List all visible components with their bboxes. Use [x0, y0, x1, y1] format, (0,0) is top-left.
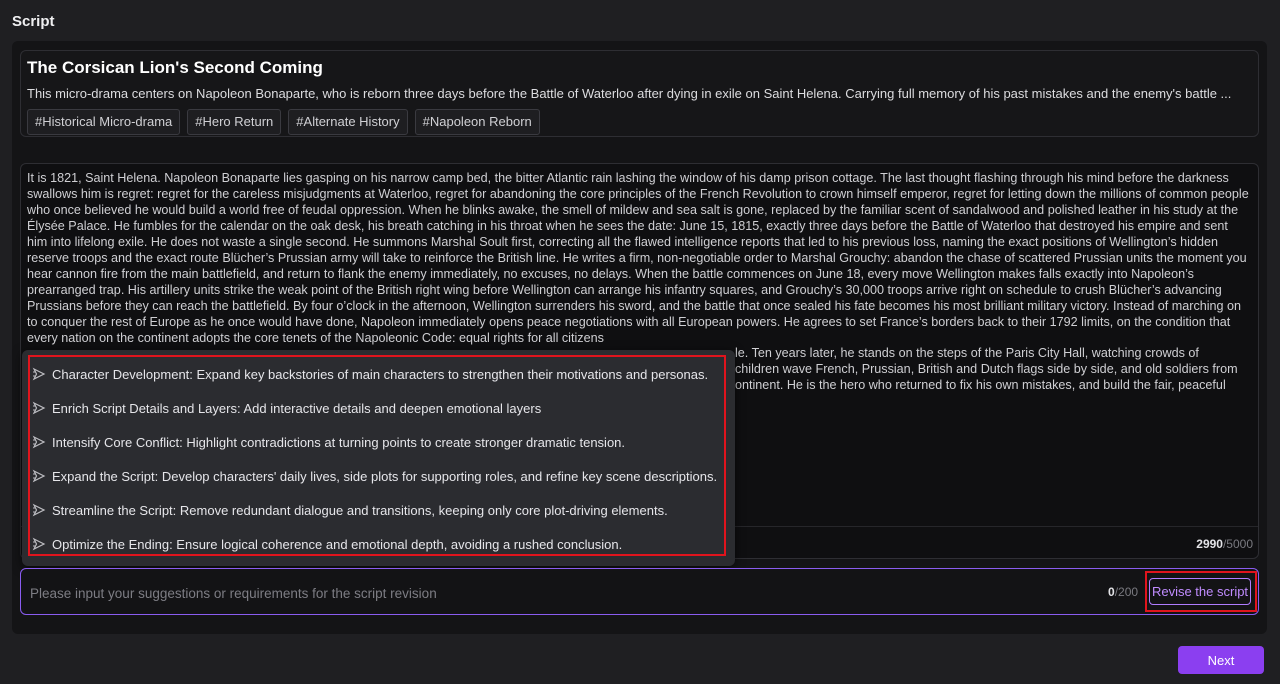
page-title: Script	[12, 13, 55, 30]
suggestion-item[interactable]: Streamline the Script: Remove redundant …	[32, 499, 668, 521]
sparkle-arrow-icon	[32, 435, 46, 449]
suggestion-label: Intensify Core Conflict: Highlight contr…	[52, 434, 626, 450]
highlight-box	[28, 355, 726, 556]
tag[interactable]: #Historical Micro-drama	[27, 109, 181, 135]
suggestion-item[interactable]: Character Development: Expand key backst…	[32, 363, 708, 385]
revise-script-button[interactable]: Revise the script	[1149, 578, 1251, 605]
tag-list: #Historical Micro-drama #Hero Return #Al…	[27, 109, 540, 135]
tag[interactable]: #Napoleon Reborn	[414, 109, 540, 135]
character-count: 2990	[1196, 537, 1223, 551]
script-text-tail-2: children wave French, Prussian, British …	[735, 362, 1238, 376]
tag[interactable]: #Hero Return	[187, 109, 282, 135]
script-text-tail-1: le. Ten years later, he stands on the st…	[735, 346, 1199, 360]
suggestion-label: Streamline the Script: Remove redundant …	[52, 502, 668, 518]
revision-input[interactable]	[28, 581, 1082, 605]
script-text-tail-3: ontinent. He is the hero who returned to…	[735, 378, 1226, 392]
script-title: The Corsican Lion's Second Coming	[27, 58, 323, 77]
character-counter: 2990/5000	[1196, 537, 1253, 551]
sparkle-arrow-icon	[32, 503, 46, 517]
sparkle-arrow-icon	[32, 401, 46, 415]
script-summary: This micro-drama centers on Napoleon Bon…	[27, 86, 1232, 101]
suggestion-item[interactable]: Expand the Script: Develop characters' d…	[32, 465, 717, 487]
script-info-card: The Corsican Lion's Second Coming This m…	[20, 50, 1259, 137]
suggestion-dropdown: Character Development: Expand key backst…	[22, 350, 735, 566]
sparkle-arrow-icon	[32, 469, 46, 483]
character-max: /5000	[1222, 537, 1253, 551]
suggestion-item[interactable]: Intensify Core Conflict: Highlight contr…	[32, 431, 625, 453]
suggestion-label: Character Development: Expand key backst…	[52, 366, 709, 382]
suggestion-item[interactable]: Enrich Script Details and Layers: Add in…	[32, 397, 541, 419]
revision-count: 0	[1108, 585, 1115, 599]
suggestion-label: Optimize the Ending: Ensure logical cohe…	[52, 536, 623, 552]
revision-max: /200	[1114, 585, 1139, 599]
tag[interactable]: #Alternate History	[288, 109, 408, 135]
next-button[interactable]: Next	[1178, 646, 1264, 674]
suggestion-item[interactable]: Optimize the Ending: Ensure logical cohe…	[32, 533, 622, 555]
sparkle-arrow-icon	[32, 537, 46, 551]
revision-input-box: 0/200 Revise the script	[20, 568, 1259, 615]
suggestion-label: Enrich Script Details and Layers: Add in…	[52, 400, 542, 416]
sparkle-arrow-icon	[32, 367, 46, 381]
revision-counter: 0/200	[1108, 585, 1138, 599]
suggestion-label: Expand the Script: Develop characters' d…	[52, 468, 718, 484]
